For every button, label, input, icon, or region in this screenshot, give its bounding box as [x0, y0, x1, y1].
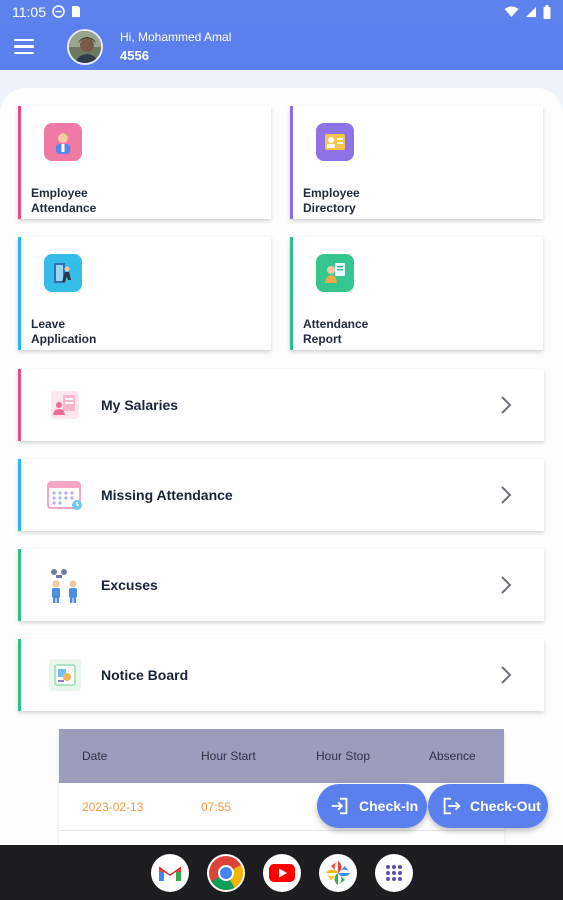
- check-in-label: Check-In: [359, 798, 419, 814]
- attendance-report-icon: [316, 254, 354, 292]
- cell-date: 2023-02-13: [82, 799, 144, 814]
- calendar-icon: [45, 475, 85, 515]
- salaries-icon: [45, 385, 85, 425]
- header-absence: Absence: [429, 749, 476, 763]
- app-dock: [0, 845, 563, 900]
- app-bar: Hi, Mohammed Amal 4556: [0, 23, 563, 70]
- row-label: Excuses: [101, 577, 158, 593]
- row-my-salaries[interactable]: My Salaries: [18, 369, 544, 441]
- notice-board-icon: [45, 655, 85, 695]
- tile-label: Employee Directory: [303, 186, 360, 215]
- youtube-icon[interactable]: [262, 853, 301, 892]
- status-bar: 11:05: [0, 0, 563, 23]
- tile-employee-attendance[interactable]: Employee Attendance: [18, 106, 271, 219]
- tile-label: Employee Attendance: [31, 186, 97, 215]
- tile-leave-application[interactable]: Leave Application: [18, 237, 271, 350]
- tile-attendance-report[interactable]: Attendance Report: [290, 237, 543, 350]
- tile-label: Attendance Report: [303, 317, 369, 346]
- chevron-right-icon: [501, 396, 512, 414]
- row-label: My Salaries: [101, 397, 179, 413]
- chevron-right-icon: [501, 486, 512, 504]
- header-hour-start: Hour Start: [201, 749, 256, 763]
- row-excuses[interactable]: Excuses: [18, 549, 544, 621]
- employee-id: 4556: [120, 48, 149, 63]
- leave-application-icon: [44, 254, 82, 292]
- chevron-right-icon: [501, 666, 512, 684]
- sim-icon: [71, 5, 81, 18]
- tile-label: Leave Application: [31, 317, 97, 346]
- check-out-label: Check-Out: [470, 798, 541, 814]
- check-in-button[interactable]: Check-In: [317, 784, 427, 828]
- photos-icon[interactable]: [318, 853, 357, 892]
- header-hour-stop: Hour Stop: [316, 749, 371, 763]
- employee-directory-icon: [316, 123, 354, 161]
- header-date: Date: [82, 749, 108, 763]
- app-drawer-icon[interactable]: [374, 853, 413, 892]
- table-header: Date Hour Start Hour Stop Absence: [59, 729, 504, 783]
- row-label: Missing Attendance: [101, 487, 233, 503]
- avatar[interactable]: [67, 28, 103, 65]
- check-out-button[interactable]: Check-Out: [428, 784, 548, 828]
- people-chat-icon: [45, 565, 85, 605]
- employee-attendance-icon: [44, 123, 82, 161]
- battery-icon: [543, 4, 551, 19]
- gmail-icon[interactable]: [150, 853, 189, 892]
- row-notice-board[interactable]: Notice Board: [18, 639, 544, 711]
- row-label: Notice Board: [101, 667, 189, 683]
- login-icon: [331, 797, 348, 815]
- cell-hour-start: 07:55: [201, 799, 232, 814]
- logout-icon: [443, 797, 461, 815]
- row-missing-attendance[interactable]: Missing Attendance: [18, 459, 544, 531]
- signal-icon: [525, 6, 537, 18]
- chevron-right-icon: [501, 576, 512, 594]
- tile-employee-directory[interactable]: Employee Directory: [290, 106, 543, 219]
- wifi-icon: [504, 6, 519, 18]
- dnd-icon: [52, 5, 65, 18]
- menu-icon[interactable]: [14, 35, 42, 59]
- status-time: 11:05: [12, 3, 46, 20]
- greeting-text: Hi, Mohammed Amal: [120, 30, 232, 44]
- chrome-icon[interactable]: [206, 853, 245, 892]
